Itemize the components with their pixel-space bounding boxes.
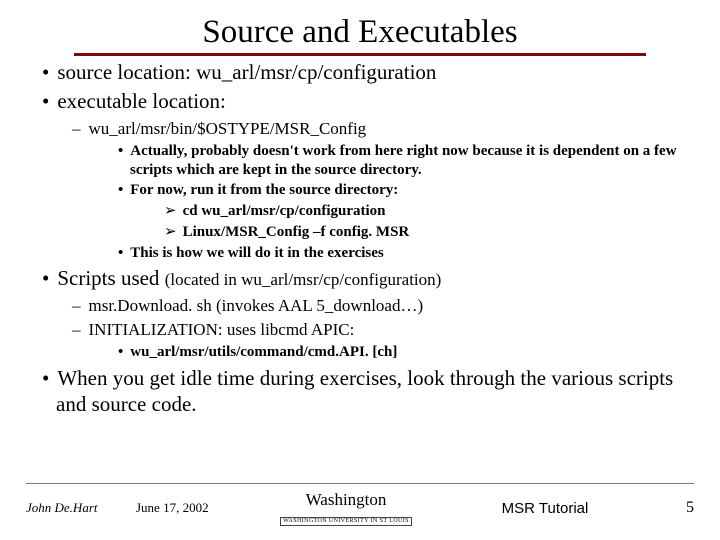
- slide-footer: John De.Hart June 17, 2002 Washington WA…: [0, 483, 720, 526]
- bullet-list: source location: wu_arl/msr/cp/configura…: [34, 59, 686, 417]
- bullet-cmd-api: wu_arl/msr/utils/command/cmd.API. [ch]: [130, 343, 686, 362]
- university-subtitle: WASHINGTON UNIVERSITY IN ST LOUIS: [280, 517, 412, 526]
- footer-university: Washington WASHINGTON UNIVERSITY IN ST L…: [266, 490, 426, 526]
- bullet-exec-path: wu_arl/msr/bin/$OSTYPE/MSR_Config: [86, 118, 686, 139]
- slide-title: Source and Executables: [74, 14, 646, 56]
- bullet-source-location: source location: wu_arl/msr/cp/configura…: [56, 59, 686, 85]
- bullet-for-now: For now, run it from the source director…: [130, 181, 686, 200]
- footer-tutorial: MSR Tutorial: [426, 500, 664, 517]
- scripts-used-paren: (located in wu_arl/msr/cp/configuration): [165, 270, 442, 289]
- bullet-initialization: INITIALIZATION: uses libcmd APIC:: [86, 319, 686, 340]
- bullet-linux-command: Linux/MSR_Config –f config. MSR: [178, 223, 686, 242]
- footer-page-number: 5: [664, 499, 694, 517]
- bullet-actually: Actually, probably doesn't work from her…: [130, 142, 686, 180]
- footer-rule: [26, 483, 694, 484]
- bullet-idle-time: When you get idle time during exercises,…: [56, 365, 686, 418]
- bullet-scripts-used: Scripts used (located in wu_arl/msr/cp/c…: [56, 265, 686, 291]
- bullet-cd-command: cd wu_arl/msr/cp/configuration: [178, 202, 686, 221]
- bullet-msr-download: msr.Download. sh (invokes AAL 5_download…: [86, 295, 686, 316]
- bullet-executable-location: executable location:: [56, 88, 686, 114]
- scripts-used-text: Scripts used: [57, 266, 164, 290]
- bullet-exercises: This is how we will do it in the exercis…: [130, 244, 686, 263]
- footer-date: June 17, 2002: [136, 500, 266, 516]
- university-name: Washington: [266, 490, 426, 510]
- footer-author: John De.Hart: [26, 500, 136, 516]
